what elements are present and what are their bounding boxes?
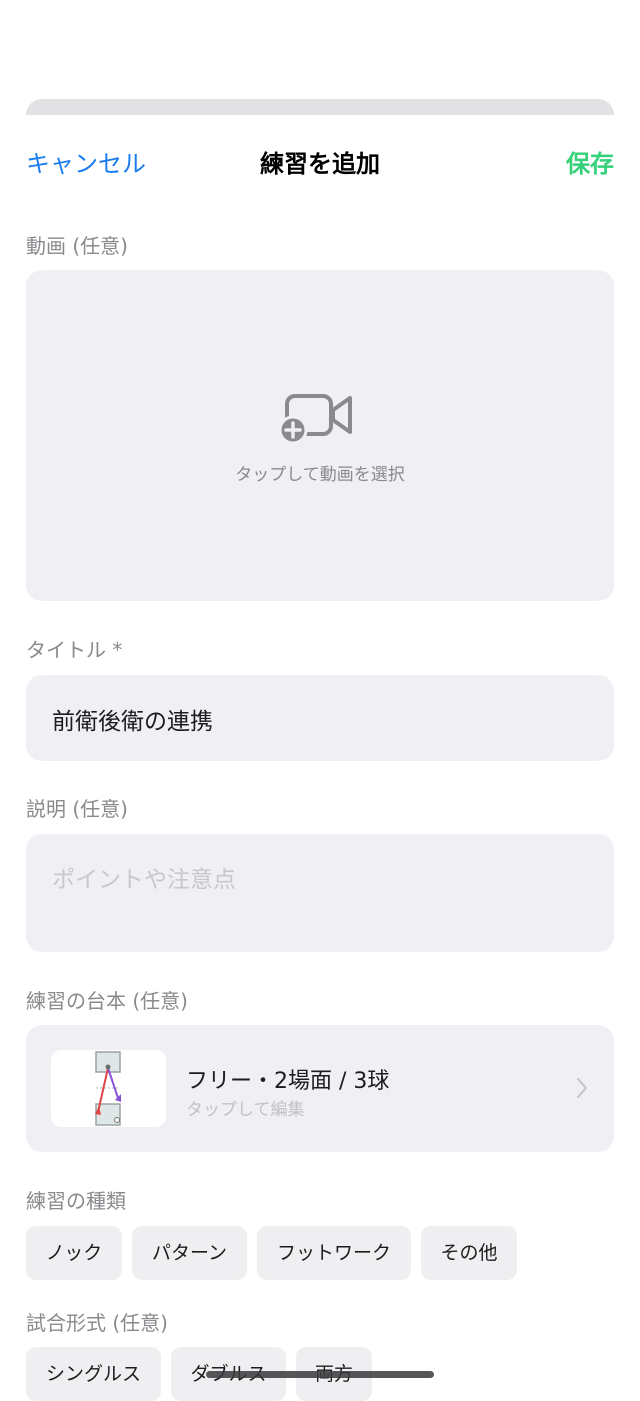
page-title: 練習を追加 bbox=[260, 150, 380, 178]
script-card[interactable]: フリー・2場面 / 3球 タップして編集 bbox=[26, 1025, 614, 1152]
description-input[interactable]: ポイントや注意点 bbox=[26, 834, 614, 952]
format-chip-singles[interactable]: シングルス bbox=[26, 1347, 161, 1401]
description-placeholder: ポイントや注意点 bbox=[52, 867, 236, 893]
type-chip-pattern[interactable]: パターン bbox=[132, 1226, 247, 1280]
navigation-bar: キャンセル 練習を追加 保存 bbox=[0, 136, 640, 184]
home-indicator[interactable] bbox=[206, 1371, 434, 1378]
title-input-value: 前衛後衛の連携 bbox=[52, 709, 213, 735]
script-edit-hint: タップして編集 bbox=[186, 1100, 305, 1120]
video-select-hint: タップして動画を選択 bbox=[235, 465, 405, 485]
title-label: タイトル * bbox=[26, 638, 123, 662]
description-label: 説明 (任意) bbox=[26, 797, 128, 821]
match-format-label: 試合形式 (任意) bbox=[26, 1311, 168, 1335]
practice-type-label: 練習の種類 bbox=[26, 1189, 126, 1213]
chevron-right-icon bbox=[577, 1078, 587, 1098]
script-summary: フリー・2場面 / 3球 bbox=[186, 1069, 390, 1094]
sheet-background-card bbox=[26, 99, 614, 115]
court-diagram-thumbnail bbox=[51, 1050, 166, 1127]
type-chip-knock[interactable]: ノック bbox=[26, 1226, 122, 1280]
save-button[interactable]: 保存 bbox=[566, 144, 614, 179]
script-label: 練習の台本 (任意) bbox=[26, 989, 188, 1013]
video-label: 動画 (任意) bbox=[26, 234, 128, 258]
title-input[interactable]: 前衛後衛の連携 bbox=[26, 675, 614, 761]
type-chip-footwork[interactable]: フットワーク bbox=[257, 1226, 411, 1280]
type-chip-other[interactable]: その他 bbox=[421, 1226, 517, 1280]
video-plus-icon bbox=[278, 394, 352, 444]
